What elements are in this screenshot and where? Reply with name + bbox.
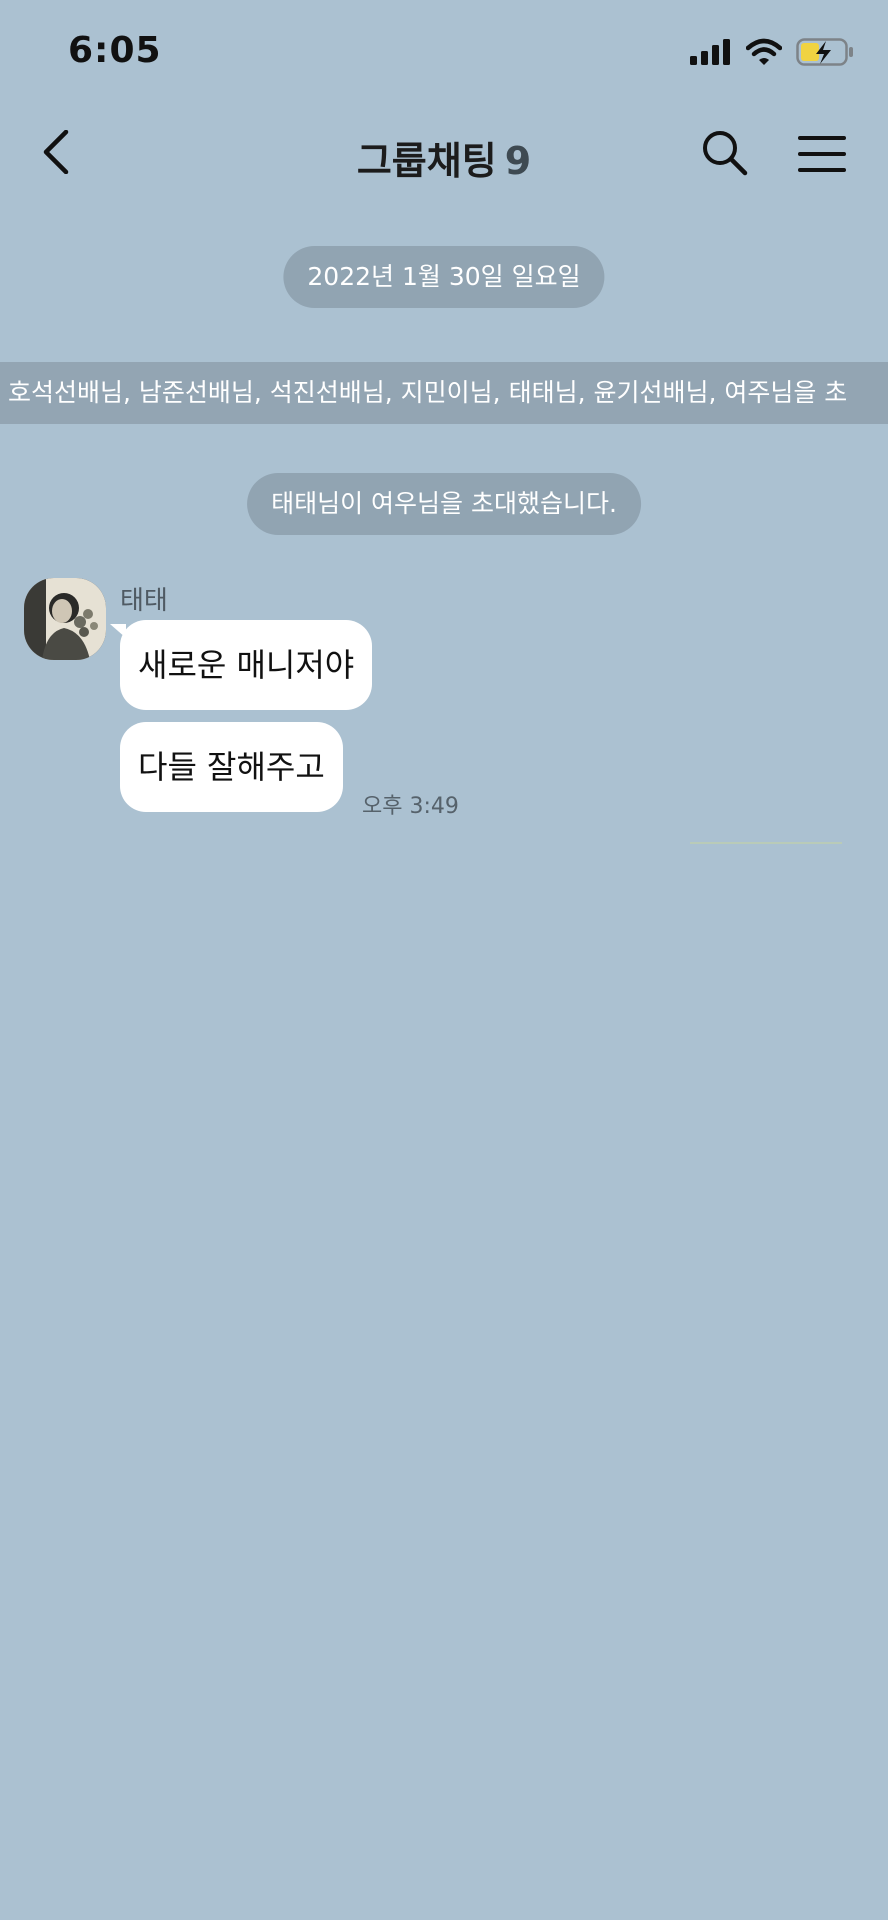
avatar-photo [24, 578, 106, 660]
search-button[interactable] [700, 128, 752, 180]
message-bubble[interactable]: 새로운 매니저야 [109, 620, 373, 710]
date-divider: 2022년 1월 30일 일요일 [283, 246, 605, 308]
search-icon [700, 131, 752, 184]
battery-charging-icon [796, 38, 854, 70]
chat-title: 그룹채팅 9 [0, 130, 888, 185]
menu-button[interactable] [796, 128, 848, 180]
chat-screen: 6:05 그룹채팅 9 2022년 1월 30일 일요일 호석선배님, 남준선배… [0, 0, 888, 1920]
status-time: 6:05 [68, 30, 162, 71]
message-bubble[interactable]: 다들 잘해주고 [120, 722, 343, 812]
signal-icon [690, 39, 732, 69]
divider-line [690, 842, 842, 844]
avatar[interactable] [24, 578, 106, 660]
system-notice: 태태님이 여우님을 초대했습니다. [247, 473, 641, 535]
chat-header: 그룹채팅 9 [0, 120, 888, 190]
wifi-icon [745, 38, 783, 70]
member-count: 9 [504, 139, 532, 183]
chat-title-text: 그룹채팅 [356, 139, 497, 183]
hamburger-menu-icon [796, 136, 848, 184]
status-icons [690, 38, 854, 70]
message-time: 오후 3:49 [362, 794, 459, 819]
sender-name: 태태 [120, 586, 168, 616]
members-banner[interactable]: 호석선배님, 남준선배님, 석진선배님, 지민이님, 태태님, 윤기선배님, 여… [0, 362, 888, 424]
